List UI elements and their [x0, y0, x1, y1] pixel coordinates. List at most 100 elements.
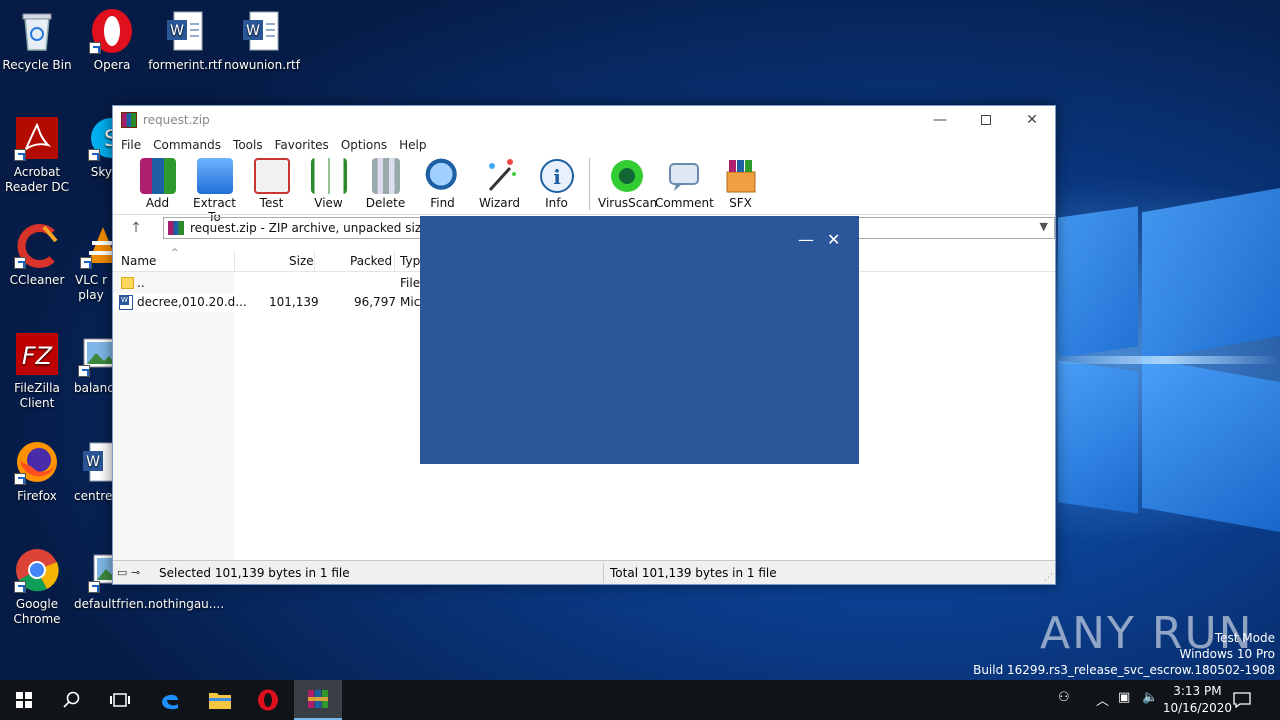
address-text: request.zip - ZIP archive, unpacked size… [190, 221, 460, 235]
volume-icon[interactable]: 🔈 [1142, 690, 1158, 705]
close-icon: ✕ [1026, 112, 1038, 128]
taskbar-edge[interactable] [146, 680, 194, 720]
menu-favorites[interactable]: Favorites [269, 138, 335, 152]
add-button-label: Add [145, 196, 170, 210]
minimize-button[interactable]: — [917, 106, 963, 134]
column-header-name[interactable]: Name [121, 254, 156, 268]
view-button[interactable]: View [300, 156, 357, 210]
find-button-label: Find [430, 196, 455, 210]
firefox-icon [14, 439, 60, 485]
magic-wand-icon [482, 158, 518, 194]
close-button[interactable]: ✕ [1009, 106, 1055, 134]
status-divider [603, 563, 604, 583]
desktop-icon-nowunion[interactable]: W nowunion.rtf [224, 8, 300, 73]
svg-text:W: W [246, 23, 260, 39]
view-button-label: View [314, 196, 343, 210]
desktop-icon-ccleaner[interactable]: CCleaner [0, 223, 74, 288]
maximize-button[interactable] [963, 106, 1009, 134]
up-one-level-button[interactable]: ↑ [113, 215, 159, 241]
test-mode-label: Test Mode [1214, 631, 1275, 645]
desktop-icon-skype[interactable]: S Sky [68, 115, 131, 180]
cell-size: 101,139 [269, 295, 319, 309]
desktop-icon-recycle-bin[interactable]: Recycle Bin [0, 8, 74, 73]
column-header-packed[interactable]: Packed [350, 254, 392, 268]
test-button[interactable]: Test [243, 156, 300, 210]
desktop-icon-chrome[interactable]: Google Chrome [0, 547, 74, 627]
title-bar[interactable]: request.zip — ✕ [113, 106, 1055, 134]
info-button-label: Info [545, 196, 568, 210]
build-label: Build 16299.rs3_release_svc_escrow.18050… [973, 663, 1275, 677]
delete-button[interactable]: Delete [357, 156, 414, 210]
menu-file[interactable]: File [115, 138, 147, 152]
folder-icon [209, 693, 231, 709]
taskbar-opera[interactable] [244, 680, 292, 720]
cell-name: .. [137, 276, 145, 290]
book-view-icon [310, 158, 347, 194]
minimize-icon[interactable]: — [798, 230, 814, 249]
start-button[interactable] [0, 680, 48, 720]
info-button[interactable]: i Info [528, 156, 585, 210]
add-button[interactable]: Add [129, 156, 186, 210]
desktop-icon-label: Opera [93, 58, 131, 72]
winrar-app-icon [121, 112, 137, 128]
column-divider[interactable] [314, 250, 315, 272]
desktop-icon-balanc[interactable]: balanc [74, 331, 112, 396]
search-icon [63, 691, 80, 708]
column-divider[interactable] [394, 250, 395, 272]
people-icon[interactable]: ⚇ [1058, 690, 1070, 705]
desktop-icon-firefox[interactable]: Firefox [0, 439, 74, 504]
sfx-button-label: SFX [729, 196, 752, 210]
resize-grip-icon[interactable]: ⋰ [1044, 573, 1053, 583]
test-clipboard-icon [253, 158, 290, 194]
shortcut-arrow-icon [88, 581, 100, 593]
windows-logo-pane [1058, 360, 1138, 514]
sfx-button[interactable]: SFX [712, 156, 769, 210]
chevron-up-icon[interactable]: ︿ [1096, 690, 1109, 709]
os-edition-label: Windows 10 Pro [1179, 647, 1275, 661]
status-selected: Selected 101,139 bytes in 1 file [159, 565, 350, 580]
desktop-icon-centre[interactable]: W centre [74, 439, 112, 504]
blank-dialog-window[interactable]: — ✕ [420, 216, 859, 464]
wizard-button[interactable]: Wizard [471, 156, 528, 210]
find-button[interactable]: Find [414, 156, 471, 210]
comment-button[interactable]: Comment [655, 156, 714, 210]
shortcut-arrow-icon [80, 257, 92, 269]
folder-extract-icon [196, 158, 233, 194]
desktop-icon-label: Recycle Bin [2, 58, 72, 72]
edge-icon [162, 694, 178, 710]
taskbar-file-explorer[interactable] [196, 680, 244, 720]
taskbar: ⚇ ︿ ▣ 🔈 3:13 PM 10/16/2020 [0, 680, 1280, 720]
menu-help[interactable]: Help [393, 138, 432, 152]
sfx-box-icon [723, 158, 759, 194]
menu-commands[interactable]: Commands [147, 138, 227, 152]
minimize-icon: — [933, 112, 947, 128]
close-icon[interactable]: ✕ [827, 230, 840, 249]
chevron-down-icon[interactable]: ▼ [1040, 220, 1048, 233]
virusscan-button[interactable]: VirusScan [598, 156, 657, 210]
image-file-icon [78, 331, 112, 377]
desktop-icon-opera[interactable]: Opera [75, 8, 149, 73]
column-header-type[interactable]: Typ [400, 254, 420, 268]
system-info-text: Test Mode Windows 10 Pro Build 16299.rs3… [973, 630, 1275, 678]
desktop-icon-formerint[interactable]: W formerint.rtf [148, 8, 222, 73]
network-icon[interactable]: ▣ [1118, 690, 1130, 705]
column-divider[interactable] [234, 250, 235, 272]
column-header-size[interactable]: Size [289, 254, 314, 268]
desktop-icon-vlc[interactable]: VLC r play [70, 223, 112, 303]
action-center-button[interactable] [1222, 680, 1262, 720]
desktop-icon-label: nothingau.... [148, 597, 225, 611]
word-document-icon: W [78, 439, 112, 485]
shortcut-arrow-icon [14, 149, 26, 161]
sort-ascending-icon: ^ [171, 248, 179, 258]
desktop-icon-filezilla[interactable]: FZ FileZilla Client [0, 331, 74, 411]
task-view-button[interactable] [96, 680, 144, 720]
test-button-label: Test [259, 196, 284, 210]
search-button[interactable] [48, 680, 96, 720]
desktop-icon-acrobat[interactable]: Acrobat Reader DC [0, 115, 74, 195]
windows-start-icon [16, 692, 32, 708]
menu-options[interactable]: Options [335, 138, 393, 152]
taskbar-winrar[interactable] [294, 680, 342, 720]
word-document-icon [119, 295, 133, 310]
desktop-icon-label: centre [74, 489, 112, 503]
menu-tools[interactable]: Tools [227, 138, 269, 152]
